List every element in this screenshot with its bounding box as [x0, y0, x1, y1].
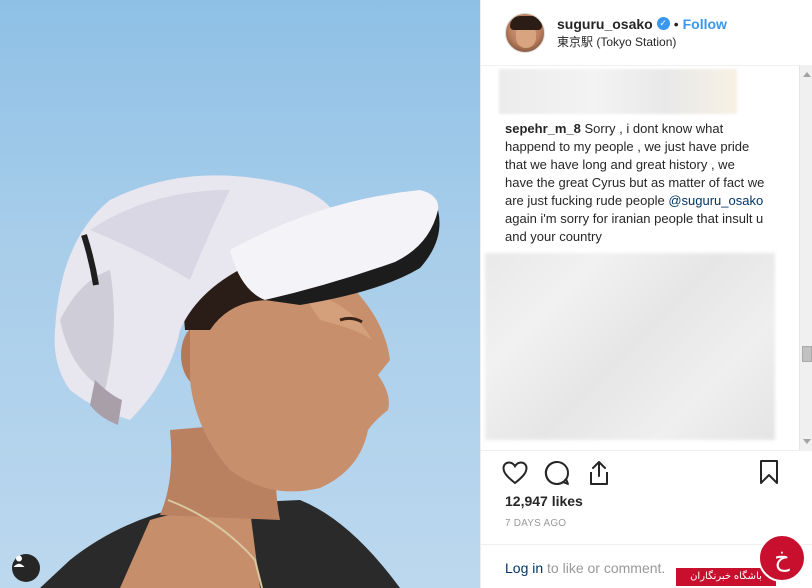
avatar[interactable]	[505, 12, 545, 53]
username-link[interactable]: suguru_osako	[557, 15, 653, 33]
like-button[interactable]	[501, 459, 529, 487]
separator: •	[673, 15, 679, 32]
blurred-comment	[485, 253, 775, 440]
login-link[interactable]: Log in	[505, 560, 543, 576]
post-header-text: suguru_osako ✓ • Follow 東京駅 (Tokyo Stati…	[557, 15, 727, 51]
user-icon	[13, 555, 25, 567]
tagged-users-button[interactable]	[12, 554, 40, 582]
scroll-down-icon[interactable]	[803, 439, 811, 444]
comment-button[interactable]	[543, 459, 571, 487]
comment-body-part2: again i'm sorry for iranian people that …	[505, 211, 764, 244]
runner-portrait-image	[40, 175, 440, 588]
watermark-logo: باشگاه خبرنگاران خ	[676, 534, 812, 588]
likes-count[interactable]: 12,947 likes	[505, 493, 583, 509]
scroll-up-icon[interactable]	[803, 72, 811, 77]
comments-scrollbar[interactable]	[799, 66, 812, 450]
comment-item: sepehr_m_8 Sorry , i dont know what happ…	[505, 120, 765, 246]
comment-mention-link[interactable]: @suguru_osako	[668, 193, 763, 208]
follow-button[interactable]: Follow	[683, 15, 727, 33]
blurred-comment	[499, 69, 737, 114]
bookmark-icon	[760, 460, 778, 484]
heart-icon	[502, 460, 528, 484]
watermark-glyph: خ	[758, 534, 806, 582]
username-row: suguru_osako ✓ • Follow	[557, 15, 727, 33]
post-header: suguru_osako ✓ • Follow 東京駅 (Tokyo Stati…	[481, 0, 812, 66]
post-actions	[481, 450, 812, 494]
comment-icon	[544, 460, 569, 485]
save-button[interactable]	[755, 458, 783, 486]
share-button[interactable]	[585, 459, 613, 487]
share-icon	[590, 460, 608, 485]
scroll-thumb[interactable]	[802, 346, 812, 362]
post-photo[interactable]	[0, 0, 480, 588]
login-prompt-text: to like or comment.	[543, 560, 666, 576]
verified-badge-icon: ✓	[656, 17, 670, 31]
comments-list[interactable]: sepehr_m_8 Sorry , i dont know what happ…	[481, 66, 812, 450]
post-timestamp[interactable]: 7 DAYS AGO	[505, 518, 566, 529]
post-side-panel: suguru_osako ✓ • Follow 東京駅 (Tokyo Stati…	[480, 0, 812, 588]
comment-username[interactable]: sepehr_m_8	[505, 121, 581, 136]
location-link[interactable]: 東京駅 (Tokyo Station)	[557, 35, 727, 51]
